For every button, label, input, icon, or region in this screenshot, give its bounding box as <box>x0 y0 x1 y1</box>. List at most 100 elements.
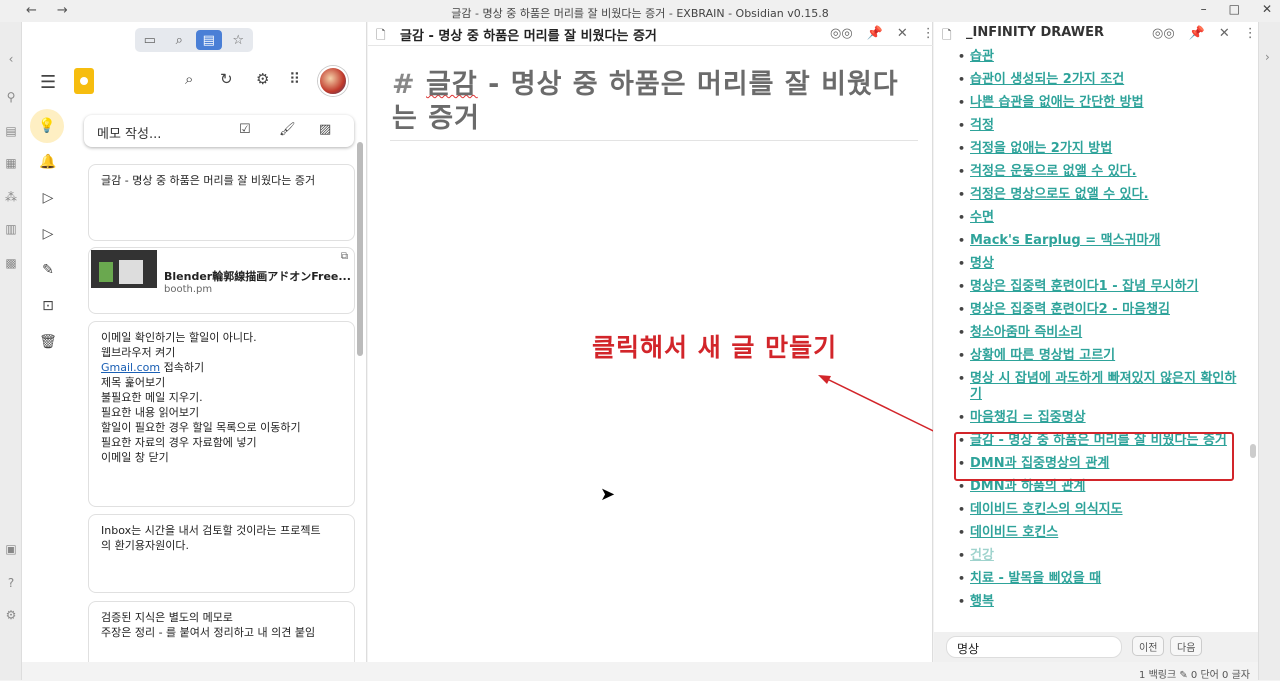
note-text: 접속하기 <box>160 361 205 374</box>
list-item[interactable]: 걱정은 명상으로도 없앨 수 있다. <box>956 187 1246 203</box>
external-link-icon[interactable]: ⧉ <box>341 251 348 262</box>
search-icon[interactable]: ⌕ <box>185 70 193 88</box>
list-item[interactable]: 걱정은 운동으로 없앨 수 있다. <box>956 164 1246 180</box>
search-input[interactable]: 명상 <box>946 636 1122 658</box>
pin-icon[interactable]: 📌 <box>1189 26 1205 41</box>
note-text: 주장은 정리 - 를 붙여서 정리하고 내 의견 붙임 <box>101 626 316 639</box>
note-text: 검증된 지식은 별도의 메모로 <box>101 611 233 624</box>
graph-icon[interactable]: ⚲ <box>4 90 18 104</box>
list-item[interactable]: 나쁜 습관을 없애는 간단한 방법 <box>956 95 1246 111</box>
note-text: 이메일 창 닫기 <box>101 451 169 464</box>
list-item[interactable]: 마음챙김 = 집중명상 <box>956 410 1246 426</box>
note-text: 필요한 내용 읽어보기 <box>101 406 200 419</box>
drawer-title[interactable]: _INFINITY DRAWER <box>966 25 1104 40</box>
checkbox-icon[interactable]: ☑ <box>239 122 251 137</box>
close-window-button[interactable]: ✕ <box>1262 2 1272 16</box>
scrollbar[interactable] <box>1250 444 1256 458</box>
editor-pane[interactable]: 🗋 글감 - 명상 중 하품은 머리를 잘 비웠다는 증거 ◎◎ 📌 ✕ ⋮ #… <box>368 22 935 662</box>
gmail-link[interactable]: Gmail.com <box>101 361 160 374</box>
note-card[interactable]: 검증된 지식은 별도의 메모로 주장은 정리 - 를 붙여서 정리하고 내 의견… <box>88 601 355 662</box>
search-icon[interactable]: ⌕ <box>166 30 192 50</box>
maximize-button[interactable]: □ <box>1229 2 1240 16</box>
prev-button[interactable]: 이전 <box>1132 636 1165 656</box>
list-item[interactable]: DMN과 하품의 관계 <box>956 479 1246 495</box>
note-card[interactable]: 글감 - 명상 중 하품은 머리를 잘 비웠다는 증거 <box>88 164 355 241</box>
reading-view-icon[interactable]: ◎◎ <box>1152 26 1175 41</box>
settings-icon[interactable]: ⚙ <box>4 608 18 622</box>
kanban-icon[interactable]: ▥ <box>4 222 18 236</box>
list-item[interactable]: 걱정을 없애는 2가지 방법 <box>956 141 1246 157</box>
highlight-box <box>954 432 1234 481</box>
list-item[interactable]: 상황에 따른 명상법 고르기 <box>956 348 1246 364</box>
apps-grid-icon[interactable]: ⠿ <box>289 70 300 88</box>
more-options-icon[interactable]: ⋮ <box>1244 26 1257 41</box>
close-icon[interactable]: ✕ <box>897 26 908 41</box>
memo-input[interactable]: 메모 작성... ☑ 🖌 ▨ <box>84 115 354 147</box>
label-icon[interactable]: ▷ <box>36 186 60 210</box>
refresh-icon[interactable]: ↻ <box>220 70 233 88</box>
calendar-icon[interactable]: ▤ <box>4 124 18 138</box>
list-item[interactable]: 데이비드 호킨스 <box>956 525 1246 541</box>
brush-icon[interactable]: 🖌 <box>279 122 296 137</box>
list-item[interactable]: Mack's Earplug = 맥스귀마개 <box>956 233 1246 249</box>
list-item[interactable]: 걱정 <box>956 118 1246 134</box>
scrollbar[interactable] <box>357 142 363 356</box>
list-item[interactable]: 청소아줌마 즉비소리 <box>956 325 1246 341</box>
bell-icon[interactable]: 🔔 <box>36 150 60 174</box>
vault-icon[interactable]: ▣ <box>4 542 18 556</box>
trash-icon[interactable]: 🗑 <box>36 330 60 354</box>
help-icon[interactable]: ? <box>4 576 18 590</box>
link-title: Blender輪郭線描画アドオンFree... <box>164 270 351 283</box>
list-item[interactable]: 데이비드 호킨스의 의식지도 <box>956 502 1246 518</box>
network-icon[interactable]: ⁂ <box>4 190 18 204</box>
list-item[interactable]: 명상은 집중력 훈련이다1 - 잡념 무시하기 <box>956 279 1246 295</box>
list-item[interactable]: 건강 <box>956 548 1246 564</box>
settings-icon[interactable]: ⚙ <box>256 70 269 88</box>
drawer-list: 습관 습관이 생성되는 2가지 조건 나쁜 습관을 없애는 간단한 방법 걱정 … <box>956 49 1246 617</box>
note-card-link[interactable]: Blender輪郭線描画アドオンFree... booth.pm ⧉ <box>88 247 355 314</box>
title-bar: ← → 글감 - 명상 중 하품은 머리를 잘 비웠다는 증거 - EXBRAI… <box>0 0 1280 22</box>
list-item[interactable]: 치료 - 발목을 삐었을 때 <box>956 571 1246 587</box>
menu-icon[interactable]: ☰ <box>40 72 56 93</box>
editor-header: 🗋 글감 - 명상 중 하품은 머리를 잘 비웠다는 증거 ◎◎ 📌 ✕ ⋮ <box>368 22 935 46</box>
keep-header: ☰ ⌕ ↻ ⚙ ⠿ <box>22 60 367 104</box>
archive-icon[interactable]: ⊡ <box>36 294 60 318</box>
list-item[interactable]: 명상 시 잡념에 과도하게 빠져있지 않은지 확인하기 <box>956 371 1246 403</box>
note-text: 필요한 자료의 경우 자료함에 넣기 <box>101 436 257 449</box>
collapse-right-icon[interactable]: › <box>1265 50 1270 64</box>
heading-word: 글감 <box>426 69 478 100</box>
more-options-icon[interactable]: ⋮ <box>922 26 935 41</box>
image-icon[interactable]: ▨ <box>319 122 331 137</box>
star-icon[interactable]: ☆ <box>225 30 251 50</box>
note-card[interactable]: 이메일 확인하기는 할일이 아니다. 웹브라우저 켜기 Gmail.com 접속… <box>88 321 355 507</box>
editor-tab-title[interactable]: 글감 - 명상 중 하품은 머리를 잘 비웠다는 증거 <box>400 25 657 44</box>
pencil-icon[interactable]: ✎ <box>36 258 60 282</box>
avatar[interactable] <box>318 66 348 96</box>
minimize-button[interactable]: – <box>1201 2 1207 16</box>
list-item[interactable]: 명상 <box>956 256 1246 272</box>
list-item[interactable]: 수면 <box>956 210 1246 226</box>
next-button[interactable]: 다음 <box>1170 636 1203 656</box>
reading-view-icon[interactable]: ◎◎ <box>830 26 853 41</box>
pin-icon[interactable]: 📌 <box>867 26 883 41</box>
folder-icon[interactable]: ▭ <box>137 30 163 50</box>
link-domain: booth.pm <box>164 284 213 295</box>
note-card[interactable]: Inbox는 시간을 내서 검토할 것이라는 프로젝트 의 환기용자원이다. <box>88 514 355 593</box>
keep-tab-icon[interactable]: ▤ <box>195 30 222 50</box>
file-icon: 🗋 <box>376 28 386 42</box>
heading-hash: # <box>392 69 416 100</box>
list-item[interactable]: 습관이 생성되는 2가지 조건 <box>956 72 1246 88</box>
note-heading[interactable]: # 글감 - 명상 중 하품은 머리를 잘 비웠다는 증거 <box>392 68 902 136</box>
grid-icon[interactable]: ▩ <box>4 256 18 270</box>
template-icon[interactable]: ▦ <box>4 156 18 170</box>
label-icon[interactable]: ▷ <box>36 222 60 246</box>
annotation-label: 클릭해서 새 글 만들기 <box>592 333 838 362</box>
collapse-left-icon[interactable]: ‹ <box>4 52 18 66</box>
list-item[interactable]: 습관 <box>956 49 1246 65</box>
list-item[interactable]: 명상은 집중력 훈련이다2 - 마음챙김 <box>956 302 1246 318</box>
list-item[interactable]: 행복 <box>956 594 1246 610</box>
close-icon[interactable]: ✕ <box>1219 26 1230 41</box>
note-text: 의 환기용자원이다. <box>101 539 189 552</box>
bulb-icon[interactable]: 💡 <box>30 109 64 143</box>
divider <box>390 140 918 141</box>
